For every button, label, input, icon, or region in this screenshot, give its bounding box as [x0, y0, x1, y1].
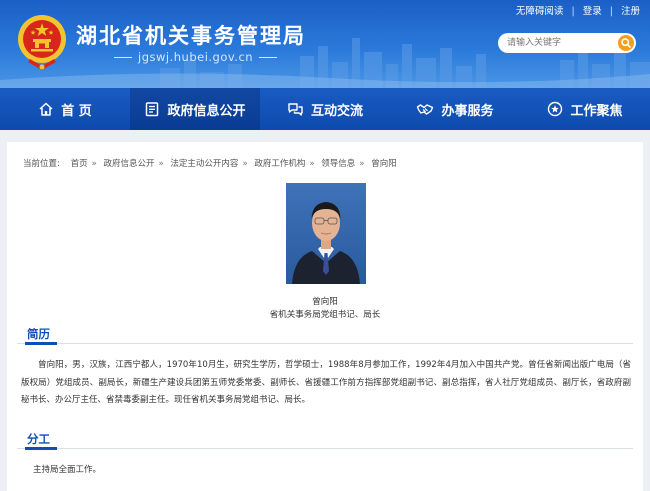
- handshake-icon: [417, 104, 434, 115]
- breadcrumb-item[interactable]: 政府信息公开: [104, 159, 155, 169]
- nav-item-focus[interactable]: 工作聚焦: [520, 88, 650, 130]
- document-icon: [146, 102, 159, 117]
- search-icon: [621, 38, 631, 48]
- nav-item-interaction[interactable]: 互动交流: [260, 88, 390, 130]
- breadcrumb-item[interactable]: 曾向阳: [371, 159, 397, 169]
- breadcrumb-item[interactable]: 政府工作机构: [254, 159, 305, 169]
- bio-text: 曾向阳，男，汉族，江西宁都人，1970年10月生，研究生学历，哲学硕士，1988…: [21, 360, 631, 405]
- breadcrumb-separator: »: [309, 159, 315, 169]
- leader-name: 曾向阳: [312, 297, 338, 307]
- site-title: 湖北省机关事务管理局: [76, 24, 306, 48]
- national-emblem-icon: [18, 15, 66, 70]
- breadcrumb-separator: »: [91, 159, 97, 169]
- nav-item-label: 互动交流: [310, 103, 363, 119]
- home-icon: [39, 102, 53, 116]
- search-button[interactable]: [618, 35, 634, 51]
- section-underline: [25, 447, 57, 450]
- breadcrumb-separator: »: [359, 159, 365, 169]
- breadcrumb-label: 当前位置:: [23, 159, 60, 169]
- star-icon: [548, 101, 563, 117]
- breadcrumb-separator: »: [158, 159, 164, 169]
- nav-item-label: 政府信息公开: [167, 103, 246, 119]
- nav-item-label: 办事服务: [441, 103, 494, 119]
- breadcrumb-item[interactable]: 领导信息: [321, 159, 355, 169]
- search-input[interactable]: [507, 36, 611, 50]
- chat-icon: [288, 103, 303, 116]
- section-underline: [25, 342, 57, 345]
- link-separator: |: [609, 6, 613, 17]
- nav-item-gov-info[interactable]: 政府信息公开: [130, 88, 260, 130]
- breadcrumb-item[interactable]: 法定主动公开内容: [170, 159, 238, 169]
- nav-item-label: 首 页: [61, 103, 92, 119]
- nav-item-label: 工作聚焦: [570, 103, 623, 119]
- duty-section-header: 分工: [17, 429, 633, 450]
- leader-photo: [286, 183, 366, 284]
- breadcrumb-separator: »: [242, 159, 248, 169]
- top-links: 无障碍阅读 | 登录 | 注册: [516, 3, 640, 17]
- section-title: 简历: [27, 327, 50, 341]
- link-separator: |: [571, 6, 575, 17]
- login-link[interactable]: 登录: [583, 6, 602, 17]
- nav-item-home[interactable]: 首 页: [0, 88, 130, 130]
- accessibility-link[interactable]: 无障碍阅读: [516, 6, 564, 17]
- section-title: 分工: [27, 432, 50, 446]
- nav-item-services[interactable]: 办事服务: [390, 88, 520, 130]
- bio-section-header: 简历: [17, 324, 633, 345]
- breadcrumb-item[interactable]: 首页: [71, 159, 88, 169]
- divider-line: [114, 57, 132, 58]
- site-header: 湖北省机关事务管理局 jgswj.hubei.gov.cn 无障碍阅读 | 登录…: [0, 0, 650, 88]
- breadcrumb: 当前位置: 首页» 政府信息公开» 法定主动公开内容» 政府工作机构» 领导信息…: [23, 157, 397, 169]
- register-link[interactable]: 注册: [621, 6, 640, 17]
- site-url-text: jgswj.hubei.gov.cn: [138, 50, 254, 64]
- main-content: 当前位置: 首页» 政府信息公开» 法定主动公开内容» 政府工作机构» 领导信息…: [7, 142, 643, 491]
- divider-line: [259, 57, 278, 58]
- duty-text: 主持局全面工作。: [33, 465, 102, 475]
- main-nav: 首 页 政府信息公开 互动交流 办事服务 工作聚焦: [0, 88, 650, 130]
- leader-position: 省机关事务局党组书记、局长: [269, 310, 381, 320]
- site-url: jgswj.hubei.gov.cn: [108, 50, 283, 64]
- search-box: [498, 33, 636, 53]
